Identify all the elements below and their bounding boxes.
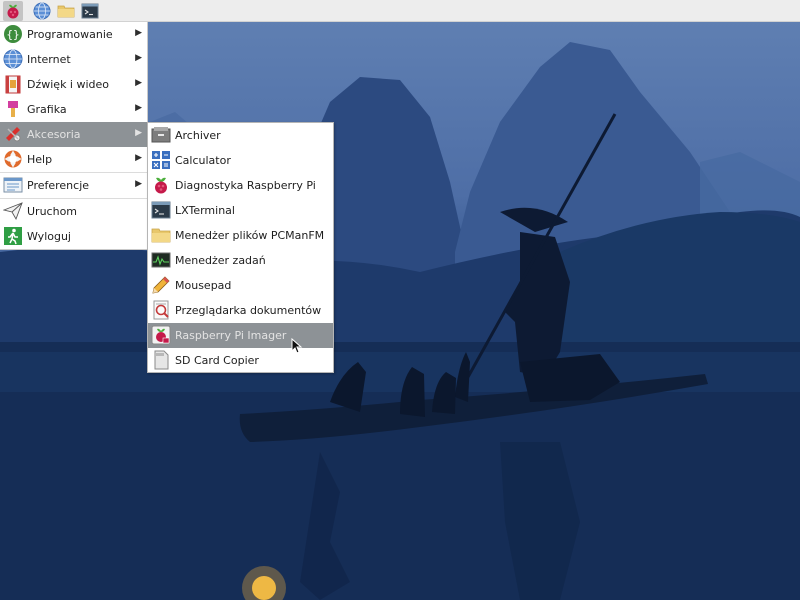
menu-item-diagnostyka-raspberry-pi[interactable]: Diagnostyka Raspberry Pi [148, 173, 333, 198]
browser-button[interactable] [32, 1, 52, 21]
globe-icon [33, 2, 51, 20]
menu-item-label: Internet [27, 53, 71, 66]
menu-item-dzwiek-i-wideo[interactable]: Dźwięk i wideo ▶ [0, 72, 147, 97]
globe-icon [3, 49, 23, 69]
lifebuoy-icon [3, 149, 23, 169]
menu-item-label: Archiver [175, 129, 221, 142]
file-manager-button[interactable] [56, 1, 76, 21]
chevron-right-icon: ▶ [135, 153, 142, 163]
menu-item-label: Mousepad [175, 279, 232, 292]
menu-item-sd-card-copier[interactable]: SD Card Copier [148, 348, 333, 373]
menu-item-grafika[interactable]: Grafika ▶ [0, 97, 147, 122]
chevron-right-icon: ▶ [135, 53, 142, 63]
menu-item-label: Help [27, 153, 53, 166]
menu-item-akcesoria[interactable]: Akcesoria ▶ [0, 122, 147, 147]
raspberry-menu-button[interactable] [3, 1, 23, 21]
chevron-right-icon: ▶ [135, 128, 142, 138]
menu-item-label: Menedżer zadań [175, 254, 266, 267]
folder-icon [57, 5, 75, 18]
task-manager-icon [151, 250, 171, 270]
terminal-button[interactable] [80, 1, 100, 21]
menu-item-label: Programowanie [27, 28, 113, 41]
pointer-arrow-icon [291, 337, 303, 354]
menu-item-label: LXTerminal [175, 204, 235, 217]
exit-icon [3, 226, 23, 246]
calculator-icon [151, 150, 171, 170]
menu-item-label: Calculator [175, 154, 231, 167]
chevron-right-icon: ▶ [135, 28, 142, 38]
menu-item-mousepad[interactable]: Mousepad [148, 273, 333, 298]
paintbrush-icon [3, 99, 23, 119]
terminal-icon [81, 3, 99, 19]
menu-item-label: Raspberry Pi Imager [175, 329, 287, 342]
menu-item-wyloguj[interactable]: Wyloguj [0, 224, 147, 249]
menu-item-lxterminal[interactable]: LXTerminal [148, 198, 333, 223]
menu-item-label: SD Card Copier [175, 354, 259, 367]
menu-item-internet[interactable]: Internet ▶ [0, 47, 147, 72]
menu-item-task-manager[interactable]: Menedżer zadań [148, 248, 333, 273]
menu-item-label: Dźwięk i wideo [27, 78, 110, 91]
pencil-icon [151, 275, 171, 295]
chevron-right-icon: ▶ [135, 179, 142, 189]
mouse-cursor [291, 337, 303, 357]
menu-item-uruchom[interactable]: Uruchom [0, 199, 147, 224]
menu-item-calculator[interactable]: Calculator [148, 148, 333, 173]
sound-video-icon [3, 74, 23, 94]
menu-item-label: Preferencje [27, 179, 90, 192]
raspberry-icon [7, 4, 19, 19]
menu-item-label: Diagnostyka Raspberry Pi [175, 179, 316, 192]
menu-item-label: Przeglądarka dokumentów [175, 304, 322, 317]
svg-text:{}: {} [6, 28, 19, 41]
menu-item-label: Menedżer plików PCManFM [175, 229, 325, 242]
accessories-icon [3, 124, 23, 144]
archive-icon [151, 125, 171, 145]
menu-item-programowanie[interactable]: {} Programowanie ▶ [0, 22, 147, 47]
taskbar [0, 0, 800, 22]
menu-item-preferencje[interactable]: Preferencje ▶ [0, 173, 147, 198]
paper-plane-icon [3, 201, 23, 221]
menu-item-help[interactable]: Help ▶ [0, 147, 147, 172]
menu-item-label: Wyloguj [27, 230, 71, 243]
sd-card-icon [151, 350, 171, 370]
document-viewer-icon [151, 300, 171, 320]
menu-item-document-viewer[interactable]: Przeglądarka dokumentów [148, 298, 333, 323]
menu-item-label: Akcesoria [27, 128, 81, 141]
folder-icon [151, 225, 171, 245]
raspberry-imager-icon [151, 325, 171, 345]
menu-item-label: Uruchom [27, 205, 78, 218]
menu-item-pcmanfm[interactable]: Menedżer plików PCManFM [148, 223, 333, 248]
programming-icon: {} [3, 24, 23, 44]
menu-item-label: Grafika [27, 103, 67, 116]
menu-item-archiver[interactable]: Archiver [148, 123, 333, 148]
menu-item-raspberry-pi-imager[interactable]: Raspberry Pi Imager [148, 323, 333, 348]
main-menu: {} Programowanie ▶ Internet ▶ Dźwięk i w… [0, 22, 148, 250]
terminal-icon [151, 200, 171, 220]
raspberry-icon [151, 175, 171, 195]
accessories-submenu: Archiver Calculator Diagnostyka Raspberr… [147, 122, 334, 373]
chevron-right-icon: ▶ [135, 103, 142, 113]
preferences-icon [3, 175, 23, 195]
chevron-right-icon: ▶ [135, 78, 142, 88]
